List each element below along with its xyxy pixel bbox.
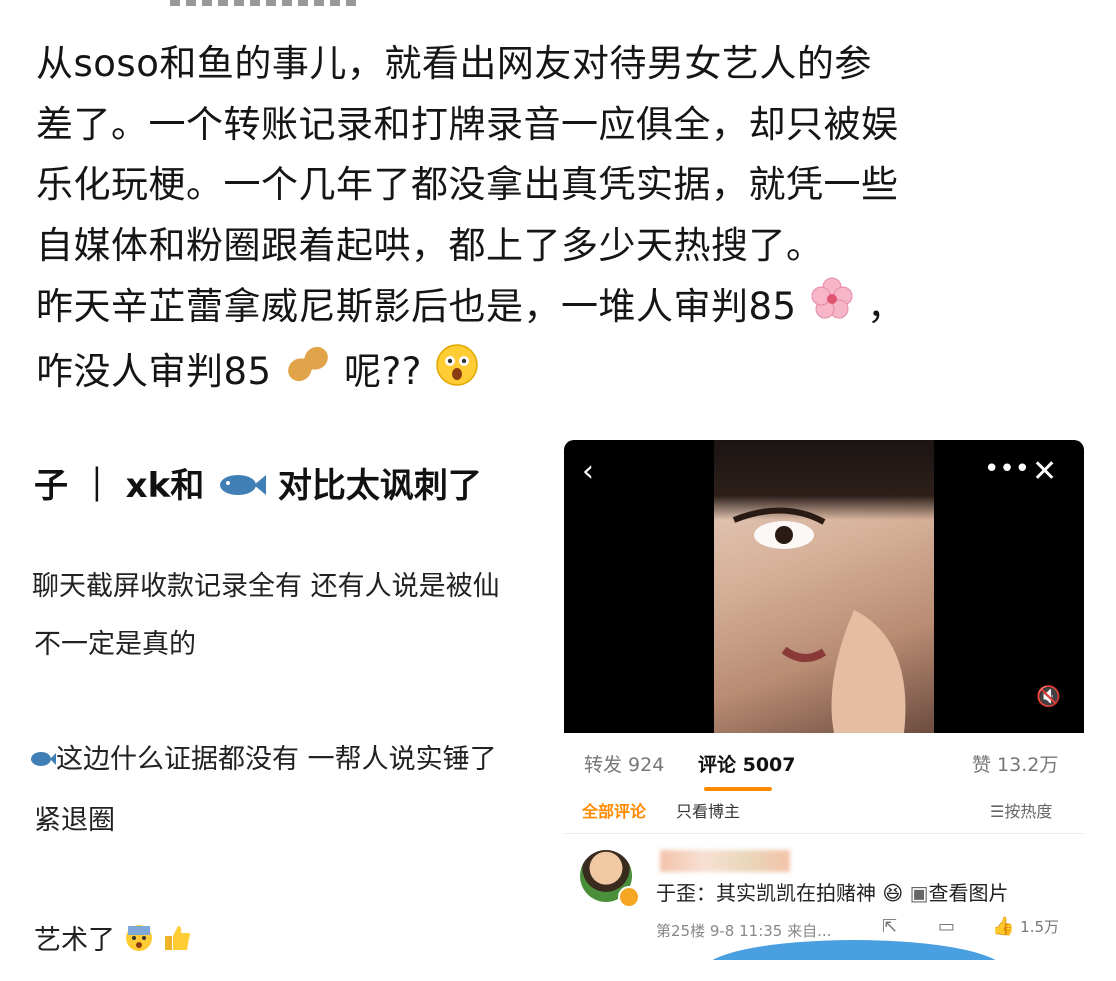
post-line: 自媒体和粉圈跟着起哄，都上了多少天热搜了。 — [36, 223, 824, 267]
left-screenshot-title: 子 ｜ xk和 对比太讽刺了 — [34, 466, 482, 508]
fish-icon — [30, 745, 56, 776]
view-image-link[interactable]: 查看图片 — [928, 881, 1008, 905]
post-line: 昨天辛芷蕾拿威尼斯影后也是，一堆人审判85 ， — [36, 276, 1096, 341]
post-line: 从soso和鱼的事儿，就看出网友对待男女艺人的参 — [36, 42, 872, 85]
left-screenshot-line: 紧退圈 — [34, 805, 115, 836]
post-line: 差了。一个转账记录和打牌录音一应俱全，却只被娱 — [36, 102, 899, 146]
post-line-text: ， — [867, 284, 905, 328]
left-screenshot-line: 这边什么证据都没有 一帮人说实锤了 — [30, 737, 497, 776]
comment-meta: 第25楼 9-8 11:35 来自... — [656, 922, 832, 940]
face-illustration — [732, 507, 906, 733]
fish-icon — [216, 468, 267, 508]
active-tab-indicator — [704, 787, 772, 791]
fearful-face-emoji-icon — [124, 923, 154, 960]
left-screenshot-line: ​聊天截屏收款记录全有 还有人说是被仙 — [32, 571, 500, 602]
left-screenshot-line: 艺术了 — [34, 918, 192, 960]
comment-tab[interactable]: 评论 5007 — [698, 750, 796, 777]
author-only-tab[interactable]: 只看博主 — [676, 798, 740, 822]
flower-emoji-icon — [809, 276, 855, 341]
left-screenshot: 子 ｜ xk和 对比太讽刺了 ​聊天截屏收款记录全有 还有人说是被仙 不一定是真… — [0, 440, 566, 981]
back-icon[interactable]: ‹ — [582, 454, 594, 489]
cropped-text-top — [170, 0, 360, 6]
bottom-blue-shape — [704, 940, 1004, 960]
laugh-cry-emoji-icon: 😆 — [882, 881, 904, 905]
thumbs-up-icon: 👍 — [992, 916, 1015, 937]
share-icon[interactable]: ⇱ — [882, 916, 897, 937]
post-line-text: 昨天辛芷蕾拿威尼斯影后也是，一堆人审判85 — [36, 284, 797, 328]
sort-by-hot-button[interactable]: ☰按热度 — [990, 798, 1052, 822]
all-comments-tab[interactable]: 全部评论 — [582, 798, 646, 822]
verified-badge-icon — [618, 886, 640, 908]
repost-tab[interactable]: 转发 924 — [584, 750, 664, 777]
post-line: 乐化玩梗。一个几年了都没拿出真凭实据，就凭一些 — [36, 163, 899, 206]
post-body: 从soso和鱼的事儿，就看出网友对待男女艺人的参 差了。一个转账记录和打牌录音一… — [36, 34, 1096, 405]
reply-icon[interactable]: ▭ — [938, 916, 955, 937]
left-screenshot-line: 不一定是真的 — [34, 629, 196, 660]
blurred-username — [660, 850, 790, 872]
sort-icon: ☰ — [990, 802, 1005, 821]
like-tab[interactable]: 赞 13.2万 — [972, 750, 1058, 777]
post-line-text: 呢?? — [344, 349, 422, 393]
post-line-text: 咋没人审判85 — [36, 349, 272, 393]
mute-icon[interactable]: 🔇 — [1036, 684, 1061, 708]
weibo-screenshot: ‹ ••• ✕ 🔇 转发 924 评论 5007 赞 13.2万 全部评论 只看… — [564, 440, 1084, 960]
close-icon[interactable]: ✕ — [1032, 454, 1057, 489]
more-icon[interactable]: ••• — [984, 454, 1030, 484]
image-icon: ▣ — [909, 881, 929, 905]
peanut-emoji-icon — [284, 341, 332, 406]
video-player[interactable]: ‹ ••• ✕ 🔇 — [564, 440, 1084, 733]
thumbs-up-emoji-icon — [162, 923, 192, 960]
like-comment-button[interactable]: 👍 1.5万 — [992, 916, 1059, 937]
comment-text: 于歪：其实凯凯在拍赌神 😆 ▣查看图片 — [656, 881, 1009, 905]
shocked-face-emoji-icon — [434, 341, 480, 406]
post-line: 咋没人审判85 呢?? — [36, 341, 1096, 406]
